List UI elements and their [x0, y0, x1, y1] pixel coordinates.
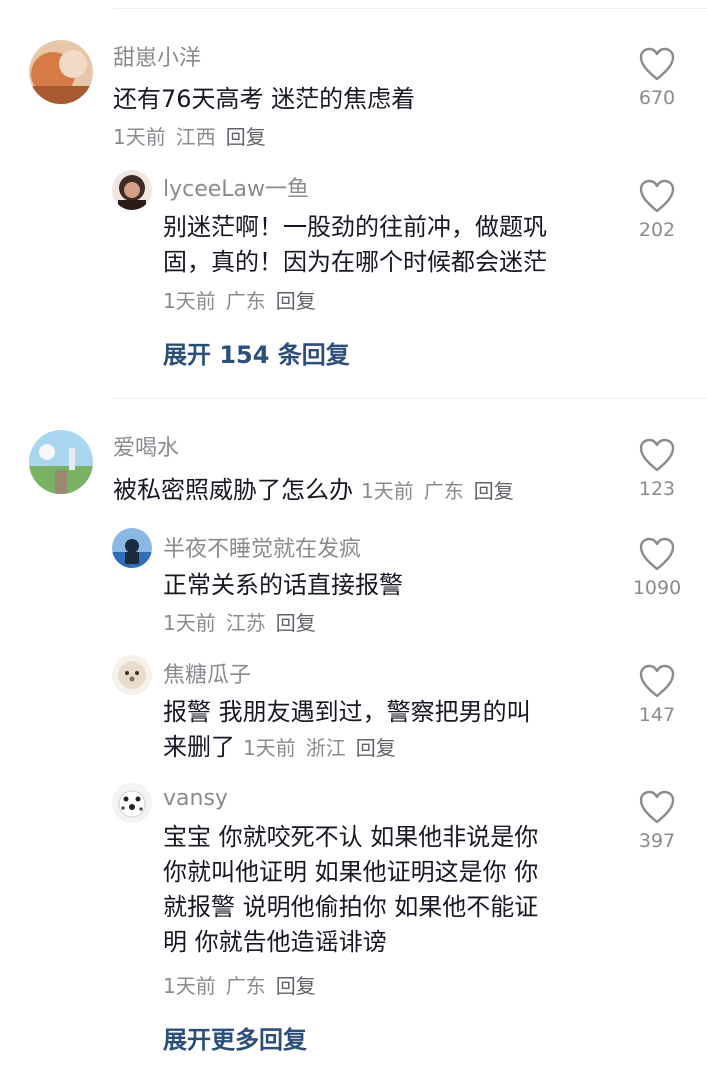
comment-username[interactable]: 爱喝水	[113, 430, 179, 462]
comment-location: 广东	[225, 289, 266, 313]
comment-text-line: 明 你就告他造谣诽谤	[163, 928, 387, 956]
reply-button[interactable]: 回复	[474, 479, 514, 503]
heart-outline-icon	[639, 47, 675, 81]
user-avatar[interactable]	[112, 170, 152, 210]
comment-time: 1天前	[163, 611, 216, 635]
like-button[interactable]: 202	[617, 178, 697, 241]
user-avatar[interactable]	[29, 430, 93, 494]
like-count: 147	[638, 704, 676, 726]
reply-button[interactable]: 回复	[226, 125, 266, 149]
like-button[interactable]: 123	[617, 437, 697, 500]
comment-divider	[113, 398, 707, 399]
comment-text-line: 固，真的！因为在哪个时候都会迷茫	[163, 248, 547, 276]
comment-text: 还有76天高考 迷茫的焦虑着	[113, 85, 416, 113]
comment-time: 1天前	[163, 289, 216, 313]
comment-location: 江西	[175, 125, 216, 149]
comment-location: 广东	[225, 974, 266, 998]
comment-text-line: 别迷茫啊！一股劲的往前冲，做题巩	[163, 213, 547, 241]
comment-username[interactable]: 焦糖瓜子	[163, 657, 251, 689]
reply-button[interactable]: 回复	[356, 736, 396, 760]
comment-text-line: 宝宝 你就咬死不认 如果他非说是你	[163, 823, 539, 851]
comment-meta: 1天前 广东 回复	[163, 970, 326, 999]
heart-outline-icon	[639, 179, 675, 213]
comment-username[interactable]: 甜崽小洋	[113, 40, 201, 72]
expand-replies-button[interactable]: 展开 154 条回复	[163, 335, 350, 370]
like-button[interactable]: 670	[617, 46, 697, 109]
user-avatar[interactable]	[112, 528, 152, 568]
user-avatar[interactable]	[29, 40, 93, 104]
comment-location: 浙江	[305, 736, 346, 760]
like-count: 202	[638, 219, 676, 241]
comment-time: 1天前	[361, 479, 414, 503]
comment-text: 别迷茫啊！一股劲的往前冲，做题巩 固，真的！因为在哪个时候都会迷茫	[163, 210, 547, 280]
expand-more-replies-button[interactable]: 展开更多回复	[163, 1020, 307, 1055]
comment-text: 被私密照威胁了怎么办 1天前 广东 回复	[113, 473, 524, 509]
heart-outline-icon	[639, 790, 675, 824]
comment-username[interactable]: lyceeLaw一鱼	[163, 171, 309, 203]
comment-meta: 1天前 江苏 回复	[163, 607, 326, 636]
comment-time: 1天前	[113, 125, 166, 149]
comment-text-line: 报警 我朋友遇到过，警察把男的叫	[163, 698, 531, 726]
comment-text: 正常关系的话直接报警	[163, 571, 403, 599]
reply-button[interactable]: 回复	[276, 974, 316, 998]
comment-text: 报警 我朋友遇到过，警察把男的叫 来删了 1天前 浙江 回复	[163, 695, 603, 766]
comment-text-line: 就报警 说明他偷拍你 如果他不能证	[163, 893, 539, 921]
heart-outline-icon	[639, 438, 675, 472]
comment-username[interactable]: 半夜不睡觉就在发疯	[163, 531, 361, 563]
comment-time: 1天前	[243, 736, 296, 760]
comment-text-content: 来删了	[163, 733, 235, 761]
heart-outline-icon	[639, 664, 675, 698]
comment-username[interactable]: vansy	[163, 786, 228, 811]
comment-location: 江苏	[225, 611, 266, 635]
comment-text-line: 你就叫他证明 如果他证明这是你 你	[163, 858, 539, 886]
like-count: 123	[638, 478, 676, 500]
like-button[interactable]: 397	[617, 789, 697, 852]
comment-meta: 1天前 广东 回复	[361, 479, 524, 503]
comment-meta: 1天前 浙江 回复	[243, 736, 406, 760]
comment-location: 广东	[423, 479, 464, 503]
comment-meta: 1天前 广东 回复	[163, 285, 326, 314]
reply-button[interactable]: 回复	[276, 289, 316, 313]
comment-text-line: 来删了 1天前 浙江 回复	[163, 730, 603, 766]
heart-outline-icon	[639, 537, 675, 571]
like-button[interactable]: 1090	[617, 536, 697, 599]
comment-text-content: 被私密照威胁了怎么办	[113, 476, 353, 504]
like-count: 397	[638, 830, 676, 852]
like-count: 1090	[632, 577, 682, 599]
comment-meta: 1天前 江西 回复	[113, 121, 276, 150]
reply-button[interactable]: 回复	[276, 611, 316, 635]
top-divider	[113, 8, 707, 9]
user-avatar[interactable]	[112, 655, 152, 695]
comment-text: 宝宝 你就咬死不认 如果他非说是你 你就叫他证明 如果他证明这是你 你 就报警 …	[163, 820, 538, 960]
like-count: 670	[638, 87, 676, 109]
comment-time: 1天前	[163, 974, 216, 998]
user-avatar[interactable]	[112, 783, 152, 823]
like-button[interactable]: 147	[617, 663, 697, 726]
